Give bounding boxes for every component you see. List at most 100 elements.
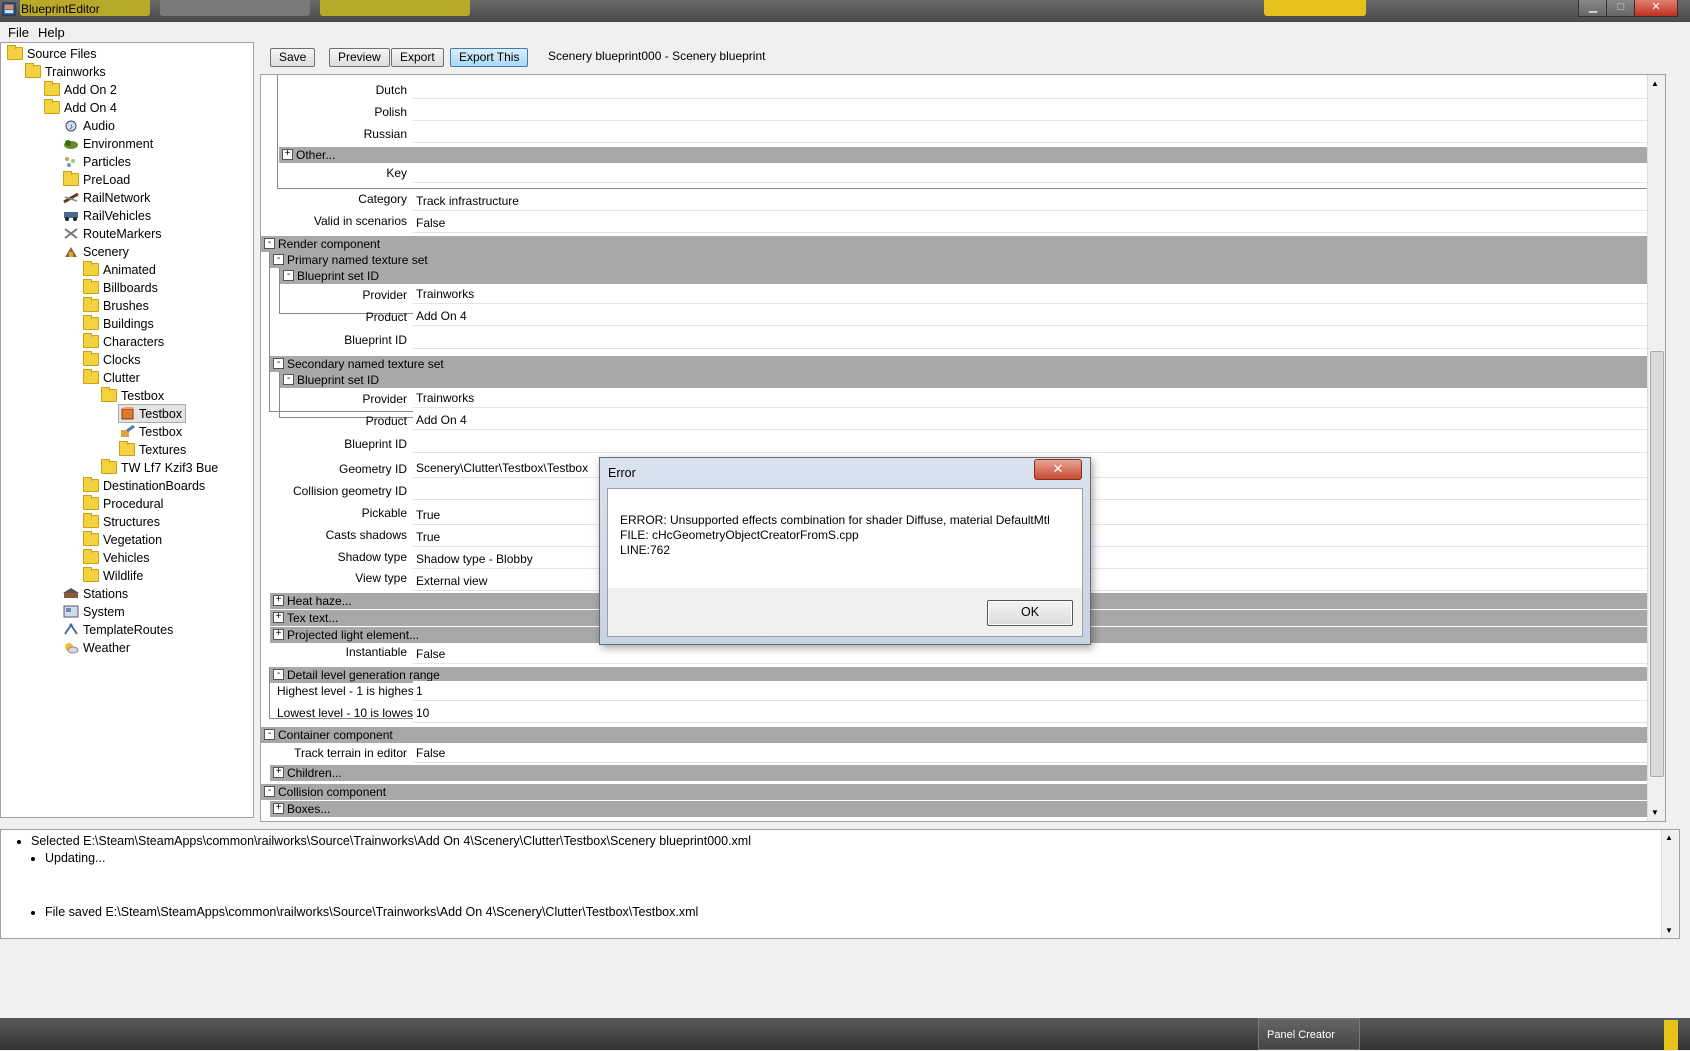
tree-node-system[interactable]: System — [63, 603, 125, 620]
tree-node-source-files[interactable]: Source Files — [7, 45, 96, 62]
taskbar-item[interactable]: Panel Creator — [1258, 1018, 1360, 1050]
tree-node-environment[interactable]: Environment — [63, 135, 153, 152]
key-field[interactable] — [413, 163, 1657, 183]
tree-node-destinationboards[interactable]: DestinationBoards — [83, 477, 205, 494]
tree-node-tw-lf7-kzif3-bue[interactable]: TW Lf7 Kzif3 Bue — [101, 459, 218, 476]
primary-texture-set-section[interactable]: - Primary named texture set — [270, 252, 1661, 268]
tree-node-characters[interactable]: Characters — [83, 333, 164, 350]
tree-node-textures[interactable]: Textures — [119, 441, 186, 458]
tree-node-templateroutes[interactable]: TemplateRoutes — [63, 621, 173, 638]
tree-node-wildlife[interactable]: Wildlife — [83, 567, 143, 584]
tree-node-railvehicles[interactable]: RailVehicles — [63, 207, 151, 224]
section-label: Boxes... — [287, 802, 331, 816]
expand-icon[interactable]: + — [282, 149, 293, 161]
tree-node-vegetation[interactable]: Vegetation — [83, 531, 162, 548]
preview-button[interactable]: Preview — [329, 48, 390, 67]
tree-node-billboards[interactable]: Billboards — [83, 279, 158, 296]
property-grid[interactable]: Dutch Polish Russian + Other... Key Categ… — [260, 74, 1666, 822]
expand-icon[interactable]: + — [273, 612, 284, 624]
collapse-icon[interactable]: - — [264, 786, 275, 798]
tree-node-label: RailVehicles — [83, 208, 152, 223]
children-section[interactable]: + Children... — [270, 765, 1661, 781]
expand-icon[interactable]: + — [273, 629, 284, 641]
provider-field[interactable]: Trainworks — [413, 284, 1659, 304]
tree-node-clutter[interactable]: Clutter — [83, 369, 140, 386]
tree-node-audio[interactable]: ♪ Audio — [63, 117, 115, 134]
collapse-icon[interactable]: - — [283, 270, 294, 282]
product-field[interactable]: Add On 4 — [413, 306, 1659, 326]
tree-node-routemarkers[interactable]: RouteMarkers — [63, 225, 162, 242]
close-window-button[interactable]: ✕ — [1634, 0, 1678, 17]
collapse-icon[interactable]: - — [273, 358, 284, 370]
tree-node-stations[interactable]: Stations — [63, 585, 128, 602]
tree-node-animated[interactable]: Animated — [83, 261, 156, 278]
tree-node-preload[interactable]: PreLoad — [63, 171, 130, 188]
instantiable-select[interactable]: False — [413, 644, 1661, 664]
collapse-icon[interactable]: - — [264, 238, 275, 250]
highest-level-spinner[interactable]: 1▲▼ — [413, 681, 1659, 701]
lowest-level-spinner[interactable]: 10▲▼ — [413, 703, 1659, 723]
render-component-section[interactable]: - Render component — [261, 236, 1661, 252]
dutch-field[interactable] — [413, 79, 1657, 99]
tree-node-procedural[interactable]: Procedural — [83, 495, 163, 512]
tree-node-weather[interactable]: Weather — [63, 639, 130, 656]
output-log[interactable]: Selected E:\Steam\SteamApps\common\railw… — [0, 829, 1680, 939]
expand-icon[interactable]: + — [273, 803, 284, 815]
property-grid-scrollbar[interactable]: ▲ ▼ — [1647, 75, 1665, 821]
boxes-section[interactable]: + Boxes... — [270, 801, 1661, 817]
export-this-button[interactable]: Export This — [450, 48, 529, 67]
scroll-up-icon[interactable]: ▲ — [1651, 79, 1659, 88]
secondary-texture-set-section[interactable]: - Secondary named texture set — [270, 356, 1661, 372]
tree-node-vehicles[interactable]: Vehicles — [83, 549, 150, 566]
export-button[interactable]: Export — [391, 48, 444, 67]
expand-icon[interactable]: + — [273, 595, 284, 607]
scroll-down-icon[interactable]: ▼ — [1651, 808, 1659, 817]
maximize-button[interactable]: □ — [1606, 0, 1636, 17]
tree-node-testbox-folder[interactable]: Testbox — [101, 387, 164, 404]
menu-file[interactable]: File — [8, 25, 29, 40]
tree-node-trainworks[interactable]: Trainworks — [25, 63, 106, 80]
collision-component-section[interactable]: - Collision component — [261, 784, 1661, 800]
tree-node-railnetwork[interactable]: RailNetwork — [63, 189, 150, 206]
track-terrain-select[interactable]: False — [413, 743, 1661, 763]
minimize-button[interactable]: ▁ — [1578, 0, 1608, 17]
tree-node-testbox-geometry[interactable]: Testbox — [119, 423, 182, 440]
tree-node-structures[interactable]: Structures — [83, 513, 160, 530]
tree-node-brushes[interactable]: Brushes — [83, 297, 149, 314]
russian-field[interactable] — [413, 123, 1657, 143]
save-button[interactable]: Save — [270, 48, 316, 67]
other-section[interactable]: + Other... — [279, 147, 1659, 163]
dialog-close-button[interactable]: ✕ — [1034, 459, 1082, 480]
tree-node-testbox-blueprint[interactable]: Testbox — [117, 404, 187, 423]
blueprint-set-id-section[interactable]: - Blueprint set ID — [280, 268, 1661, 284]
product-label: Product — [365, 414, 407, 428]
blueprint-id-field[interactable] — [413, 329, 1659, 349]
expand-icon[interactable]: + — [273, 767, 284, 779]
collapse-icon[interactable]: - — [283, 374, 294, 386]
tree-node-particles[interactable]: Particles — [63, 153, 131, 170]
collapse-icon[interactable]: - — [273, 669, 284, 681]
category-select[interactable]: Track infrastructure — [413, 191, 1661, 211]
tree-node-add-on-4[interactable]: Add On 4 — [44, 99, 117, 116]
scroll-down-icon[interactable]: ▼ — [1665, 926, 1673, 935]
collapse-icon[interactable]: - — [273, 254, 284, 266]
scroll-up-icon[interactable]: ▲ — [1665, 833, 1673, 842]
product-field[interactable]: Add On 4 — [413, 410, 1659, 430]
valid-in-scenarios-select[interactable]: False — [413, 213, 1661, 233]
tree-node-add-on-2[interactable]: Add On 2 — [44, 81, 117, 98]
folder-icon — [7, 45, 23, 60]
log-scrollbar[interactable]: ▲ ▼ — [1661, 830, 1679, 938]
provider-field[interactable]: Trainworks — [413, 388, 1659, 408]
container-component-section[interactable]: - Container component — [261, 727, 1661, 743]
menu-help[interactable]: Help — [38, 25, 65, 40]
scrollbar-thumb[interactable] — [1650, 351, 1664, 777]
collapse-icon[interactable]: - — [264, 729, 275, 741]
blueprint-id-field[interactable] — [413, 433, 1659, 453]
tree-node-buildings[interactable]: Buildings — [83, 315, 154, 332]
ok-button[interactable]: OK — [987, 600, 1073, 626]
source-tree[interactable]: Source Files Trainworks Add On 2 Add On … — [0, 42, 254, 818]
polish-field[interactable] — [413, 101, 1657, 121]
tree-node-clocks[interactable]: Clocks — [83, 351, 141, 368]
tree-node-scenery[interactable]: Scenery — [63, 243, 129, 260]
blueprint-set-id-section[interactable]: - Blueprint set ID — [280, 372, 1661, 388]
